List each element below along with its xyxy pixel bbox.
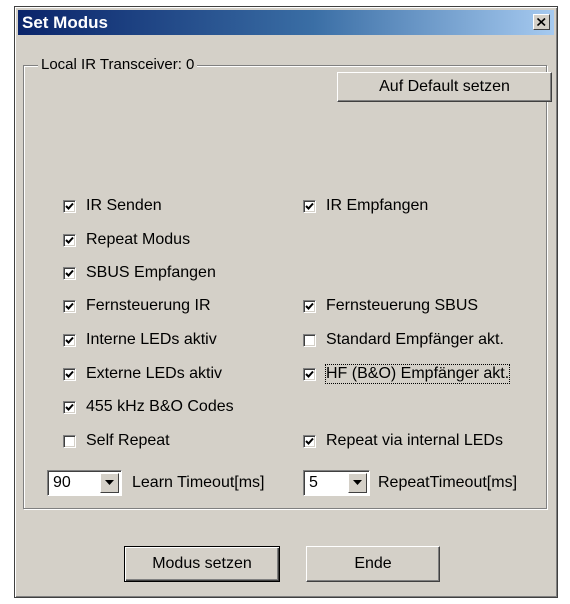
checkbox-standard-empfaenger-box[interactable] [303, 333, 316, 347]
learn-timeout-dropdown-button[interactable] [100, 473, 119, 493]
checkbox-ir-empfangen[interactable]: IR Empfangen [303, 195, 428, 217]
checkbox-ir-senden-box[interactable] [63, 199, 76, 213]
learn-timeout-select[interactable]: 90 [47, 470, 122, 496]
learn-timeout-label: Learn Timeout[ms] [132, 474, 265, 491]
checkbox-fernsteuerung-ir-box[interactable] [63, 299, 76, 313]
groupbox-label: Local IR Transceiver: 0 [38, 55, 198, 75]
checkmark-icon [65, 403, 74, 411]
checkbox-externe-leds[interactable]: Externe LEDs aktiv [63, 363, 222, 385]
checkbox-455khz-codes-box[interactable] [63, 400, 76, 414]
checkbox-455khz-codes-label: 455 kHz B&O Codes [86, 398, 234, 415]
checkbox-standard-empfaenger[interactable]: Standard Empfänger akt. [303, 329, 504, 351]
checkbox-ir-empfangen-box[interactable] [303, 199, 316, 213]
checkbox-standard-empfaenger-label: Standard Empfänger akt. [326, 331, 504, 348]
checkbox-externe-leds-box[interactable] [63, 367, 76, 381]
checkbox-repeat-modus-label: Repeat Modus [86, 231, 191, 248]
checkmark-icon [65, 336, 74, 344]
checkbox-interne-leds-label: Interne LEDs aktiv [86, 331, 217, 348]
checkbox-hf-empfaenger-box[interactable] [303, 367, 316, 381]
checkbox-self-repeat[interactable]: Self Repeat [63, 430, 170, 452]
checkmark-icon [305, 202, 314, 210]
repeat-timeout-label: RepeatTimeout[ms] [378, 474, 518, 491]
chevron-down-icon [105, 480, 114, 485]
checkbox-fernsteuerung-sbus[interactable]: Fernsteuerung SBUS [303, 295, 478, 317]
checkbox-fernsteuerung-ir[interactable]: Fernsteuerung IR [63, 295, 211, 317]
checkbox-fernsteuerung-sbus-label: Fernsteuerung SBUS [326, 297, 479, 314]
window-title: Set Modus [22, 13, 108, 32]
checkbox-sbus-empfangen[interactable]: SBUS Empfangen [63, 262, 216, 284]
checkbox-fernsteuerung-sbus-box[interactable] [303, 299, 316, 313]
checkbox-fernsteuerung-ir-label: Fernsteuerung IR [86, 297, 211, 314]
checkmark-icon [65, 302, 74, 310]
checkmark-icon [65, 269, 74, 277]
checkbox-interne-leds-box[interactable] [63, 333, 76, 347]
checkbox-self-repeat-label: Self Repeat [86, 432, 170, 449]
checkbox-externe-leds-label: Externe LEDs aktiv [86, 365, 223, 382]
checkbox-repeat-internal-label: Repeat via internal LEDs [326, 432, 503, 449]
checkbox-sbus-empfangen-box[interactable] [63, 266, 76, 280]
checkbox-hf-empfaenger[interactable]: HF (B&O) Empfänger akt. [303, 363, 511, 385]
close-button[interactable] [533, 14, 550, 30]
checkbox-sbus-empfangen-label: SBUS Empfangen [86, 264, 216, 281]
repeat-timeout-dropdown-button[interactable] [348, 473, 367, 493]
checkbox-repeat-modus-box[interactable] [63, 233, 76, 247]
set-default-button[interactable]: Auf Default setzen [337, 72, 552, 102]
close-icon [537, 18, 546, 26]
checkbox-ir-senden-label: IR Senden [86, 197, 162, 214]
checkbox-455khz-codes[interactable]: 455 kHz B&O Codes [63, 396, 234, 418]
chevron-down-icon [353, 480, 362, 485]
repeat-timeout-value: 5 [309, 474, 318, 491]
checkbox-interne-leds[interactable]: Interne LEDs aktiv [63, 329, 217, 351]
checkmark-icon [65, 370, 74, 378]
checkbox-hf-empfaenger-label: HF (B&O) Empfänger akt. [324, 364, 511, 384]
checkbox-repeat-internal[interactable]: Repeat via internal LEDs [303, 430, 503, 452]
title-bar[interactable]: Set Modus [18, 10, 554, 35]
checkbox-ir-senden[interactable]: IR Senden [63, 195, 162, 217]
checkmark-icon [65, 236, 74, 244]
checkbox-ir-empfangen-label: IR Empfangen [326, 197, 429, 214]
end-button[interactable]: Ende [306, 546, 440, 582]
checkbox-self-repeat-box[interactable] [63, 434, 76, 448]
checkmark-icon [305, 302, 314, 310]
checkmark-icon [65, 202, 74, 210]
learn-timeout-value: 90 [53, 474, 71, 491]
checkbox-repeat-modus[interactable]: Repeat Modus [63, 229, 190, 251]
checkmark-icon [305, 370, 314, 378]
repeat-timeout-select[interactable]: 5 [303, 470, 370, 496]
set-mode-button[interactable]: Modus setzen [124, 546, 280, 582]
checkbox-repeat-internal-box[interactable] [303, 434, 316, 448]
checkmark-icon [305, 437, 314, 445]
